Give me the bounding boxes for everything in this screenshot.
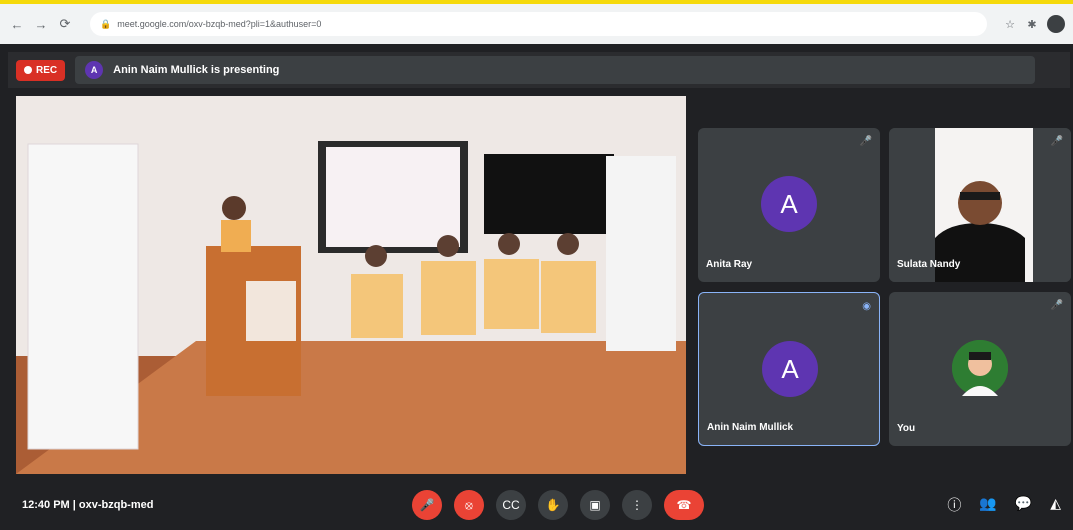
mic-off-icon: 🎤 — [1050, 136, 1063, 147]
participant-tile[interactable]: 🎤 A Anita Ray — [698, 128, 880, 282]
speaking-indicator-icon: ◉ — [862, 301, 871, 312]
profile-avatar[interactable] — [1047, 15, 1065, 33]
raise-hand-icon[interactable]: ✋ — [538, 490, 568, 520]
presentation-video[interactable] — [16, 96, 686, 474]
presenter-avatar: A — [85, 61, 104, 79]
present-screen-icon[interactable]: ▣ — [580, 490, 610, 520]
url-text: meet.google.com/oxv-bzqb-med?pli=1&authu… — [117, 19, 322, 29]
self-video-icon — [952, 340, 1008, 396]
forward-icon[interactable]: → — [32, 15, 50, 33]
camera-toggle-icon[interactable]: ⦻ — [454, 490, 484, 520]
convocation-scene — [16, 96, 686, 474]
lock-icon: 🔒 — [100, 18, 112, 29]
call-controls: 🎤 ⦻ CC ✋ ▣ ⋮ ☎ — [412, 490, 704, 520]
back-icon[interactable]: ← — [8, 15, 26, 33]
recording-indicator: REC — [16, 59, 66, 81]
meeting-header: REC A Anin Naim Mullick is presenting — [8, 52, 1070, 88]
participant-tile[interactable]: 🎤 You — [889, 292, 1071, 446]
participant-tile-active[interactable]: ◉ A Anin Naim Mullick — [698, 292, 880, 446]
meeting-code: oxv-bzqb-med — [78, 499, 154, 511]
browser-toolbar: ← → ⟳ 🔒 meet.google.com/oxv-bzqb-med?pli… — [0, 0, 1073, 44]
side-tools: ⓘ 👥 💬 ◭ — [947, 495, 1061, 515]
meeting-controls-bar: 12:40 PM | oxv-bzqb-med 🎤 ⦻ CC ✋ ▣ ⋮ ☎ ⓘ… — [0, 480, 1073, 530]
record-dot-icon — [24, 66, 32, 74]
participant-tile[interactable]: 🎤 Sulata Nandy — [889, 128, 1071, 282]
end-call-icon[interactable]: ☎ — [664, 490, 704, 520]
captions-icon[interactable]: CC — [496, 490, 526, 520]
avatar — [952, 340, 1008, 396]
people-icon[interactable]: 👥 — [979, 495, 996, 515]
activities-icon[interactable]: ◭ — [1050, 495, 1061, 515]
mic-off-icon: 🎤 — [1050, 300, 1063, 311]
reload-icon[interactable]: ⟳ — [56, 15, 74, 33]
presenting-text: Anin Naim Mullick is presenting — [113, 64, 280, 76]
mic-off-icon: 🎤 — [859, 136, 872, 147]
participant-name: You — [897, 423, 916, 434]
presenting-banner: A Anin Naim Mullick is presenting — [75, 56, 1036, 84]
more-options-icon[interactable]: ⋮ — [622, 490, 652, 520]
meeting-info: 12:40 PM | oxv-bzqb-med — [22, 499, 153, 511]
avatar: A — [761, 176, 817, 232]
meeting-time: 12:40 PM — [22, 499, 70, 511]
info-icon[interactable]: ⓘ — [947, 495, 961, 515]
recording-label: REC — [36, 64, 58, 76]
bookmark-icon[interactable]: ☆ — [1001, 15, 1019, 33]
mic-toggle-icon[interactable]: 🎤 — [412, 490, 442, 520]
avatar: A — [762, 341, 818, 397]
extension-icon[interactable]: ✱ — [1023, 15, 1041, 33]
participant-name: Anin Naim Mullick — [707, 422, 794, 433]
chat-icon[interactable]: 💬 — [1015, 495, 1032, 515]
participant-name: Sulata Nandy — [897, 259, 961, 270]
participant-name: Anita Ray — [706, 259, 753, 270]
address-bar[interactable]: 🔒 meet.google.com/oxv-bzqb-med?pli=1&aut… — [90, 12, 987, 36]
meet-window: REC A Anin Naim Mullick is presenting 🎤 … — [0, 44, 1073, 530]
